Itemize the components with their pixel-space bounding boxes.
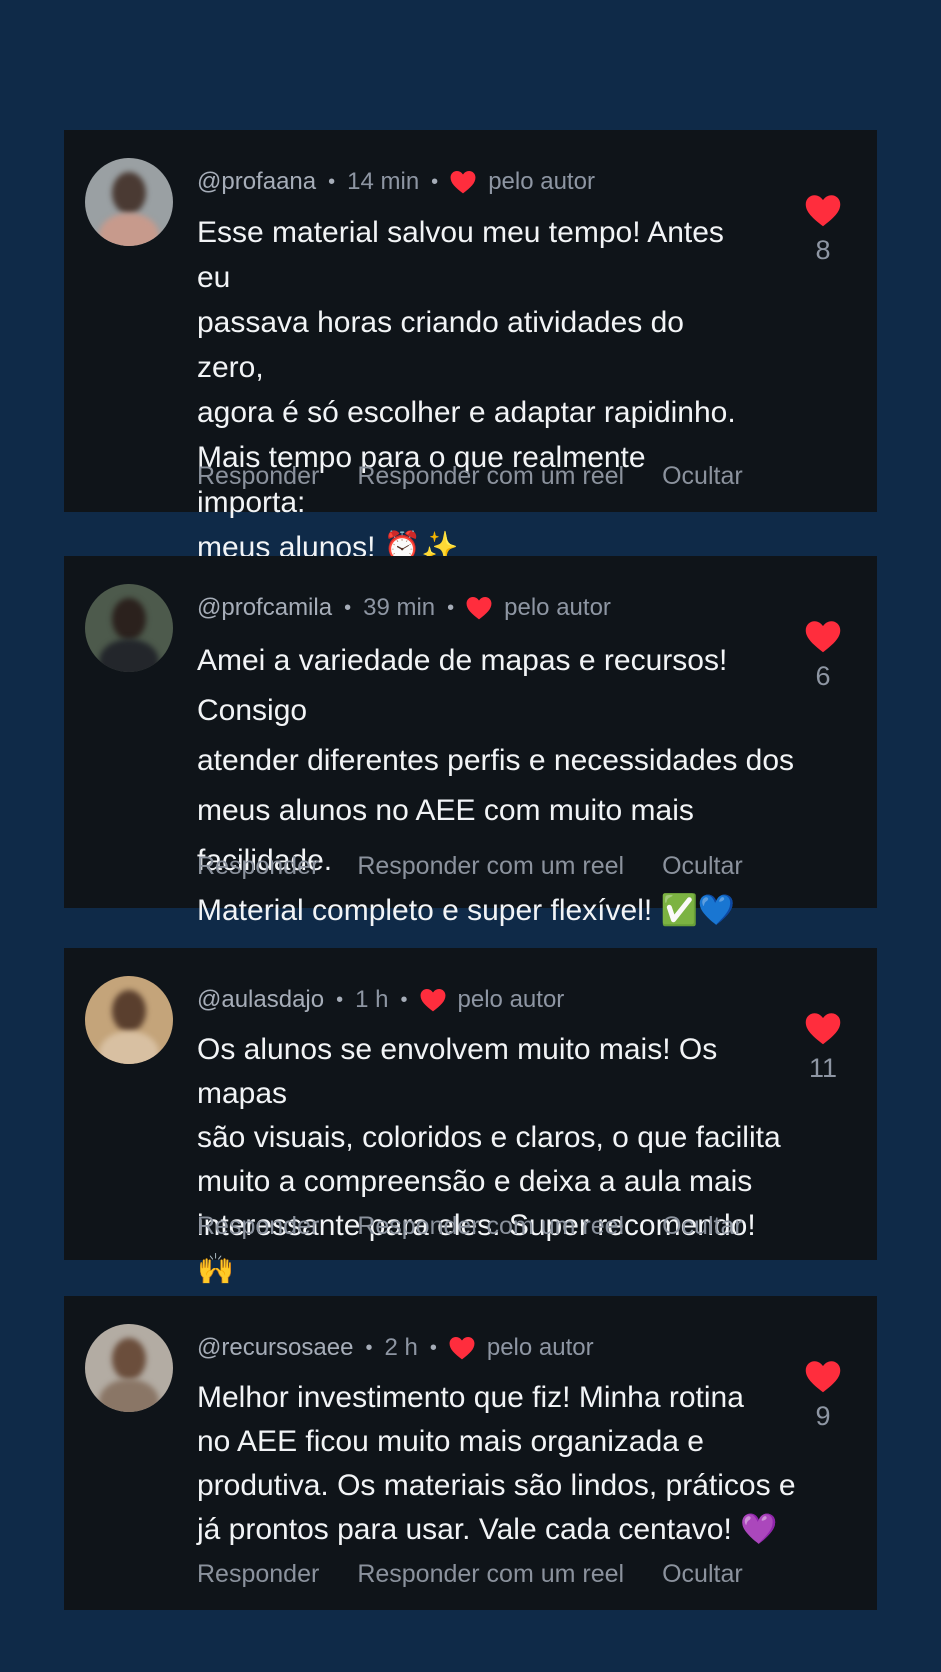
author-heart-icon xyxy=(449,1336,475,1360)
avatar[interactable] xyxy=(85,1324,173,1412)
like-heart-icon[interactable] xyxy=(805,194,841,227)
separator-dot: • xyxy=(429,1336,437,1359)
comment-meta: @profcamila • 39 min • pelo autor xyxy=(197,594,611,622)
reply-button[interactable]: Responder xyxy=(197,1212,319,1241)
hide-button[interactable]: Ocultar xyxy=(662,852,743,881)
comment-meta: @recursosaee • 2 h • pelo autor xyxy=(197,1334,594,1362)
separator-dot: • xyxy=(344,596,352,619)
comment-actions: Responder Responder com um reel Ocultar xyxy=(197,462,781,491)
separator-dot: • xyxy=(447,596,455,619)
comment-time: 14 min xyxy=(347,168,420,195)
separator-dot: • xyxy=(328,170,336,193)
comment-meta: @aulasdajo • 1 h • pelo autor xyxy=(197,986,564,1014)
reply-button[interactable]: Responder xyxy=(197,462,319,491)
liked-by-author-label: pelo autor xyxy=(488,168,595,195)
reply-with-reel-button[interactable]: Responder com um reel xyxy=(357,1212,624,1241)
avatar[interactable] xyxy=(85,584,173,672)
comment-time: 2 h xyxy=(384,1334,418,1361)
hide-button[interactable]: Ocultar xyxy=(662,1560,743,1589)
separator-dot: • xyxy=(365,1336,373,1359)
author-heart-icon xyxy=(466,596,492,620)
comment-card: @profaana • 14 min • pelo autor Esse mat… xyxy=(64,130,877,564)
comment-actions: Responder Responder com um reel Ocultar xyxy=(197,852,781,881)
like-count: 11 xyxy=(808,1053,838,1083)
comment-time: 1 h xyxy=(355,986,389,1013)
like-control[interactable]: 9 xyxy=(803,1360,843,1432)
comment-card: @aulasdajo • 1 h • pelo autor Os alunos … xyxy=(64,948,877,1286)
liked-by-author-label: pelo autor xyxy=(504,594,611,621)
separator-dot: • xyxy=(400,988,408,1011)
comment-text: Esse material salvou meu tempo! Antes eu… xyxy=(197,216,736,564)
avatar[interactable] xyxy=(85,976,173,1064)
like-count: 8 xyxy=(815,235,831,265)
author-heart-icon xyxy=(420,988,445,1012)
comment-meta: @profaana • 14 min • pelo autor xyxy=(197,168,595,196)
like-control[interactable]: 11 xyxy=(803,1012,843,1084)
comment-card: @profcamila • 39 min • pelo autor Amei a… xyxy=(64,556,877,927)
reply-button[interactable]: Responder xyxy=(197,1560,319,1589)
like-count: 6 xyxy=(815,661,831,691)
reply-with-reel-button[interactable]: Responder com um reel xyxy=(357,462,624,491)
comment-text: Melhor investimento que fiz! Minha rotin… xyxy=(197,1381,796,1546)
separator-dot: • xyxy=(336,988,344,1011)
comment-card: @recursosaee • 2 h • pelo autor Melhor i… xyxy=(64,1296,877,1610)
like-control[interactable]: 8 xyxy=(803,194,843,266)
comment-username[interactable]: @aulasdajo xyxy=(197,986,324,1014)
comment-username[interactable]: @profcamila xyxy=(197,594,332,622)
comment-username[interactable]: @recursosaee xyxy=(197,1334,353,1362)
comment-actions: Responder Responder com um reel Ocultar xyxy=(197,1560,781,1589)
reply-with-reel-button[interactable]: Responder com um reel xyxy=(357,852,624,881)
comment-username[interactable]: @profaana xyxy=(197,168,316,196)
comment-text: Amei a variedade de mapas e recursos! Co… xyxy=(197,644,795,927)
comment-time: 39 min xyxy=(363,594,436,621)
comment-text: Os alunos se envolvem muito mais! Os map… xyxy=(197,1033,781,1286)
like-count: 9 xyxy=(815,1401,831,1431)
like-heart-icon[interactable] xyxy=(805,1360,841,1393)
hide-button[interactable]: Ocultar xyxy=(662,1212,743,1241)
like-control[interactable]: 6 xyxy=(803,620,843,692)
author-heart-icon xyxy=(450,170,476,194)
like-heart-icon[interactable] xyxy=(805,620,841,653)
hide-button[interactable]: Ocultar xyxy=(662,462,743,491)
separator-dot: • xyxy=(431,170,439,193)
reply-with-reel-button[interactable]: Responder com um reel xyxy=(357,1560,624,1589)
comment-actions: Responder Responder com um reel Ocultar xyxy=(197,1212,781,1241)
liked-by-author-label: pelo autor xyxy=(486,1334,594,1361)
reply-button[interactable]: Responder xyxy=(197,852,319,881)
liked-by-author-label: pelo autor xyxy=(457,986,565,1013)
like-heart-icon[interactable] xyxy=(805,1012,841,1045)
avatar[interactable] xyxy=(85,158,173,246)
